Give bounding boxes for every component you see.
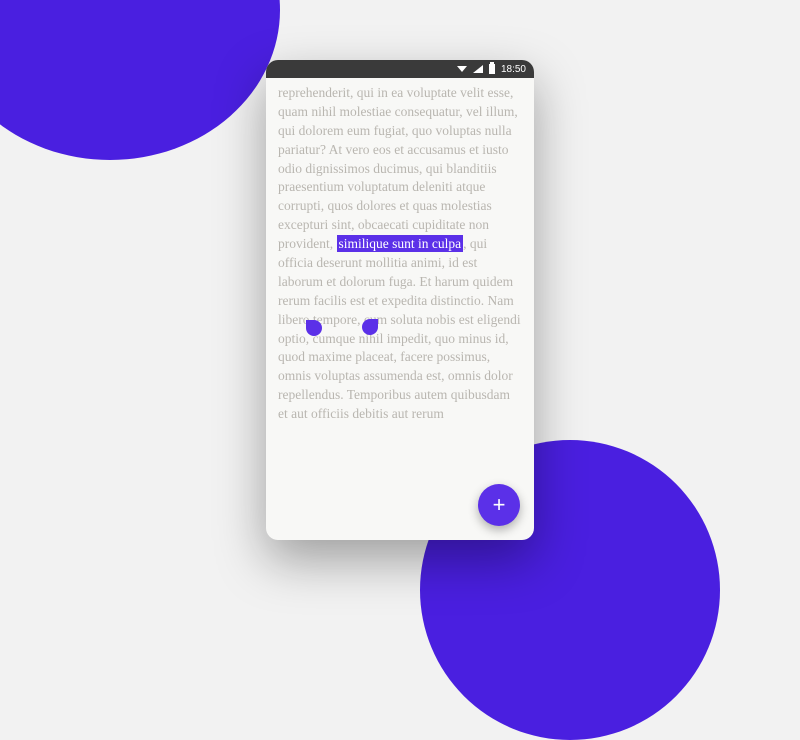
signal-icon [473, 65, 483, 73]
decorative-blob-top [0, 0, 280, 160]
dropdown-icon [457, 66, 467, 72]
article-body[interactable]: reprehenderit, qui in ea voluptate velit… [266, 78, 534, 540]
selection-handle-middle[interactable] [362, 319, 378, 335]
add-button[interactable]: + [478, 484, 520, 526]
status-time: 18:50 [501, 64, 526, 75]
status-bar: 18:50 [266, 60, 534, 78]
phone-frame: 18:50 reprehenderit, qui in ea voluptate… [266, 60, 534, 540]
plus-icon: + [493, 492, 506, 518]
selection-handle-end[interactable] [306, 320, 322, 336]
article-text-before: reprehenderit, qui in ea voluptate velit… [278, 85, 518, 251]
battery-icon [489, 64, 495, 74]
text-selection[interactable]: similique sunt in culpa [337, 235, 464, 252]
